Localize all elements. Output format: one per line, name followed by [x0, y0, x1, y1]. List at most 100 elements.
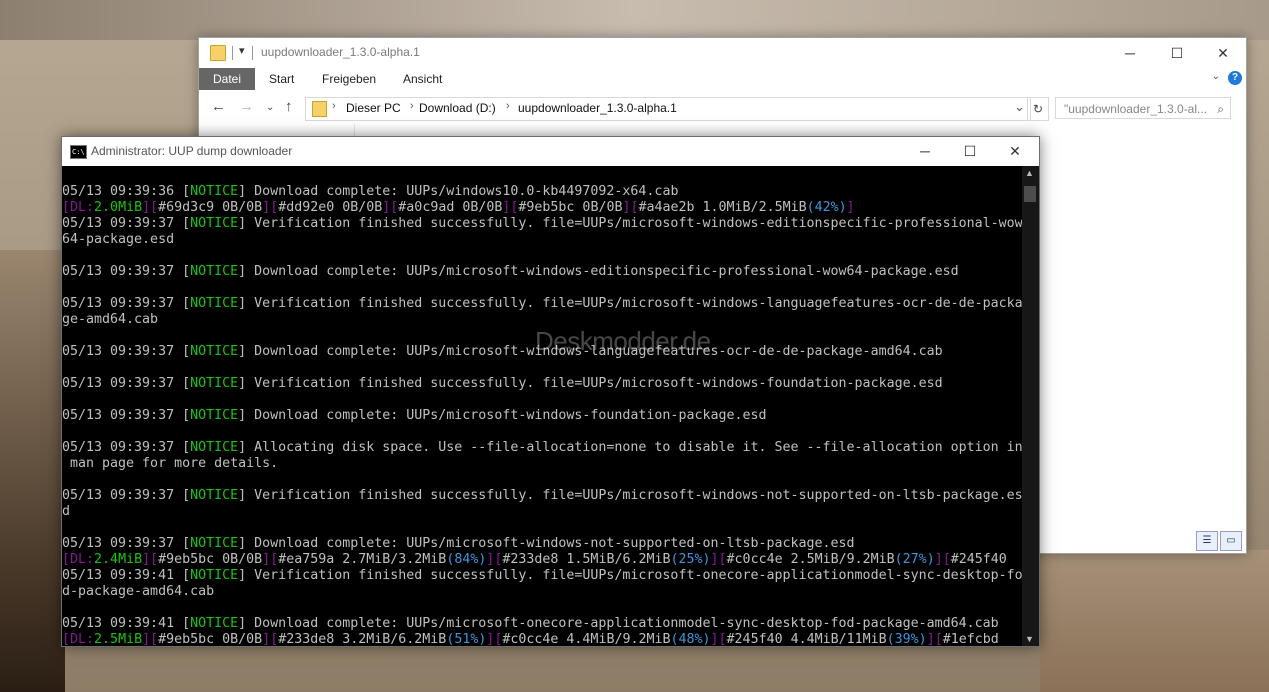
scroll-up-icon[interactable]: ▲ — [1025, 168, 1034, 178]
breadcrumb-download[interactable]: Download (D:) — [419, 101, 496, 115]
console-text-segment: (42%) — [806, 200, 847, 215]
recent-dropdown-icon[interactable]: ⌄ — [266, 102, 274, 113]
console-text-segment: #9eb5bc 0B/0B — [158, 632, 263, 646]
console-text-segment: 05/13 09:39:37 [ — [62, 536, 191, 551]
tab-datei[interactable]: Datei — [199, 68, 256, 90]
console-text-segment: ] Verification finished successfully. fi… — [238, 376, 943, 391]
console-text-segment: 05/13 09:39:37 [ — [62, 344, 191, 359]
console-text-segment: NOTICE — [190, 440, 239, 455]
console-text-segment: NOTICE — [190, 408, 239, 423]
console-line: ge-amd64.cab — [62, 312, 158, 328]
console-text-segment: DL: — [70, 200, 95, 215]
console-line: 05/13 09:39:37 [NOTICE] Allocating disk … — [62, 440, 1022, 456]
console-line: 05/13 09:39:37 [NOTICE] Verification fin… — [62, 296, 1022, 312]
large-icons-view-icon[interactable]: ▭ — [1220, 531, 1242, 551]
breadcrumb-separator-icon: › — [410, 100, 414, 112]
breadcrumb-separator-icon: › — [332, 100, 336, 112]
console-text-segment: #245f40 4.4MiB/11MiB — [726, 632, 887, 646]
console-text-segment: ][ — [926, 632, 943, 646]
wallpaper-top — [0, 0, 1269, 40]
console-text-segment: (84%) — [446, 552, 487, 567]
address-row: ← → ⌄ ↑ › Dieser PC › Download (D:) › uu… — [199, 95, 1246, 123]
close-button[interactable]: ✕ — [1002, 140, 1028, 162]
breadcrumb-separator-icon: › — [506, 100, 510, 112]
forward-arrow-icon[interactable]: → — [239, 98, 254, 115]
console-text-segment: NOTICE — [190, 184, 239, 199]
console-text-segment: DL: — [70, 632, 95, 646]
console-text-segment: ][ — [262, 552, 279, 567]
chevron-down-icon[interactable]: ⌄ — [1014, 99, 1025, 115]
console-text-segment: 05/13 09:39:37 [ — [62, 296, 191, 311]
scrollbar-thumb[interactable] — [1024, 186, 1036, 202]
console-titlebar[interactable]: C:\ Administrator: UUP dump downloader ─… — [62, 137, 1039, 166]
console-text-segment: #dd92e0 0B/0B — [278, 200, 383, 215]
console-text-segment: ] Verification finished successfully. fi… — [238, 216, 1022, 231]
console-output[interactable]: 05/13 09:39:36 [NOTICE] Download complet… — [62, 166, 1022, 646]
explorer-titlebar[interactable]: ▾ uupdownloader_1.3.0-alpha.1 ─ ☐ ✕ — [199, 38, 1246, 68]
console-text-segment: #c0cc4e 2.5MiB/9.2MiB — [726, 552, 895, 567]
console-text-segment: ][ — [486, 552, 503, 567]
console-line: 05/13 09:39:36 [NOTICE] Download complet… — [62, 184, 678, 200]
details-view-icon[interactable]: ☰ — [1196, 531, 1218, 551]
breadcrumb-folder[interactable]: uupdownloader_1.3.0-alpha.1 — [518, 101, 677, 115]
console-text-segment: #245f40 — [950, 552, 1007, 567]
folder-icon — [312, 101, 327, 117]
ribbon-tabs: Datei Start Freigeben Ansicht ⌄ ? — [199, 68, 1246, 90]
console-text-segment: NOTICE — [190, 536, 239, 551]
search-input[interactable]: "uupdownloader_1.3.0-al... ⌕ — [1055, 97, 1231, 119]
console-text-segment: NOTICE — [190, 568, 239, 583]
console-text-segment: 05/13 09:39:37 [ — [62, 408, 191, 423]
console-text-segment: ][ — [710, 552, 727, 567]
console-text-segment: 2.0MiB — [94, 200, 143, 215]
address-bar[interactable]: › Dieser PC › Download (D:) › uupdownloa… — [305, 97, 1031, 121]
help-icon[interactable]: ? — [1228, 71, 1242, 85]
console-text-segment: 05/13 09:39:37 [ — [62, 440, 191, 455]
console-line: d — [62, 504, 70, 520]
console-line: 05/13 09:39:37 [NOTICE] Verification fin… — [62, 376, 943, 392]
up-arrow-icon[interactable]: ↑ — [285, 98, 293, 115]
console-text-segment: ][ — [142, 200, 159, 215]
console-text-segment: [ — [62, 632, 71, 646]
console-text-segment: DL: — [70, 552, 95, 567]
console-text-segment: 05/13 09:39:41 [ — [62, 568, 191, 583]
console-text-segment: (39%) — [886, 632, 927, 646]
minimize-button[interactable]: ─ — [1118, 42, 1142, 64]
back-arrow-icon[interactable]: ← — [211, 98, 226, 115]
close-button[interactable]: ✕ — [1211, 42, 1235, 64]
console-text-segment: man page for more details. — [62, 456, 279, 471]
minimize-button[interactable]: ─ — [912, 140, 938, 162]
console-line: 05/13 09:39:41 [NOTICE] Verification fin… — [62, 568, 1022, 584]
chevron-down-icon[interactable]: ⌄ — [1212, 71, 1220, 82]
console-text-segment: 05/13 09:39:37 [ — [62, 488, 191, 503]
console-line: 05/13 09:39:37 [NOTICE] Verification fin… — [62, 488, 1022, 504]
console-text-segment: #ea759a 2.7MiB/3.2MiB — [278, 552, 447, 567]
tab-start[interactable]: Start — [269, 68, 294, 90]
cmd-icon: C:\ — [70, 145, 87, 159]
console-text-segment: #a4ae2b 1.0MiB/2.5MiB — [638, 200, 807, 215]
console-text-segment: ] Verification finished successfully. fi… — [238, 296, 1022, 311]
console-text-segment: ] Verification finished successfully. fi… — [238, 488, 1022, 503]
console-text-segment: ] Download complete: UUPs/microsoft-wind… — [238, 536, 855, 551]
console-scrollbar[interactable]: ▲ ▼ — [1022, 166, 1039, 646]
console-text-segment: ][ — [382, 200, 399, 215]
maximize-button[interactable]: ☐ — [957, 140, 983, 162]
console-text-segment: ] Download complete: UUPs/microsoft-wind… — [238, 408, 767, 423]
console-text-segment: (25%) — [670, 552, 711, 567]
maximize-button[interactable]: ☐ — [1165, 42, 1189, 64]
console-text-segment: NOTICE — [190, 296, 239, 311]
qat-divider — [232, 46, 233, 60]
console-text-segment: #9eb5bc 0B/0B — [518, 200, 623, 215]
console-window: C:\ Administrator: UUP dump downloader ─… — [61, 136, 1040, 647]
breadcrumb-dieser-pc[interactable]: Dieser PC — [346, 101, 401, 115]
tab-ansicht[interactable]: Ansicht — [403, 68, 442, 90]
console-text-segment: ][ — [142, 632, 159, 646]
scroll-down-icon[interactable]: ▼ — [1025, 634, 1034, 644]
refresh-icon[interactable]: ↻ — [1027, 97, 1049, 121]
wallpaper-floor — [1040, 550, 1269, 692]
console-text-segment: ][ — [710, 632, 727, 646]
console-text-segment: #1efcbd — [942, 632, 999, 646]
quick-access-dropdown-icon[interactable]: ▾ — [239, 44, 245, 57]
console-text-segment: 64-package.esd — [62, 232, 175, 247]
tab-freigeben[interactable]: Freigeben — [322, 68, 376, 90]
console-line: 05/13 09:39:37 [NOTICE] Download complet… — [62, 344, 943, 360]
